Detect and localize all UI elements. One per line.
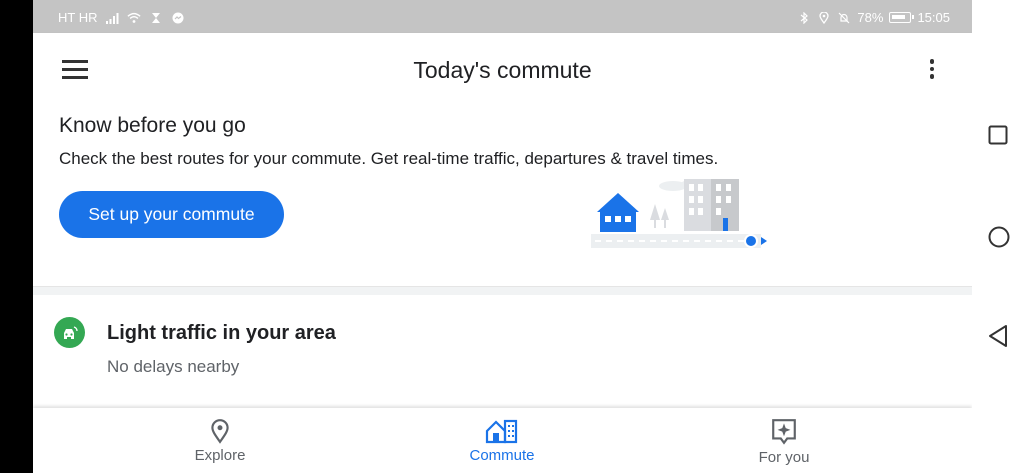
- traffic-subtitle: No delays nearby: [107, 357, 240, 376]
- status-bar: HT HR 78% 15:05: [33, 0, 972, 33]
- signal-icon: [106, 12, 119, 24]
- nav-commute[interactable]: Commute: [422, 408, 582, 473]
- app-screen: HT HR 78% 15:05 Today's commute Know bef…: [33, 0, 972, 473]
- recent-apps-icon[interactable]: [988, 125, 1008, 145]
- nav-for-you-label: For you: [758, 449, 810, 466]
- more-options-icon[interactable]: [928, 59, 936, 81]
- messenger-icon: [172, 12, 184, 23]
- carrier-label: HT HR: [58, 10, 98, 25]
- nav-explore[interactable]: Explore: [140, 408, 300, 473]
- traffic-car-icon: [54, 317, 85, 348]
- bottom-navigation: Explore Commute For you: [33, 408, 972, 473]
- sparkle-icon: [772, 419, 796, 445]
- traffic-title: Light traffic in your area: [107, 322, 336, 344]
- setup-commute-button[interactable]: Set up your commute: [59, 191, 284, 238]
- battery-percent: 78%: [857, 10, 884, 25]
- bluetooth-icon: [801, 11, 809, 24]
- card-title: Know before you go: [59, 114, 246, 137]
- nav-commute-label: Commute: [469, 447, 535, 464]
- section-divider: [33, 286, 972, 295]
- location-pin-icon: [211, 419, 229, 444]
- clock: 15:05: [917, 10, 950, 25]
- app-bar: Today's commute: [33, 33, 972, 106]
- battery-icon: [889, 12, 915, 23]
- hourglass-icon: [152, 12, 161, 23]
- back-triangle-icon[interactable]: [988, 324, 1008, 348]
- nav-for-you[interactable]: For you: [704, 408, 864, 473]
- traffic-card[interactable]: Light traffic in your area No delays nea…: [33, 295, 972, 405]
- commute-illustration: [591, 179, 767, 248]
- system-navigation-bar: [972, 0, 1024, 473]
- commute-icon: [485, 419, 518, 444]
- nav-explore-label: Explore: [194, 447, 246, 464]
- alarm-off-icon: [838, 12, 850, 23]
- wifi-icon: [127, 12, 142, 23]
- home-circle-icon[interactable]: [988, 226, 1010, 248]
- page-title: Today's commute: [413, 57, 592, 83]
- card-description: Check the best routes for your commute. …: [59, 149, 719, 168]
- setup-commute-card: Know before you go Check the best routes…: [33, 106, 972, 286]
- location-icon: [819, 11, 830, 24]
